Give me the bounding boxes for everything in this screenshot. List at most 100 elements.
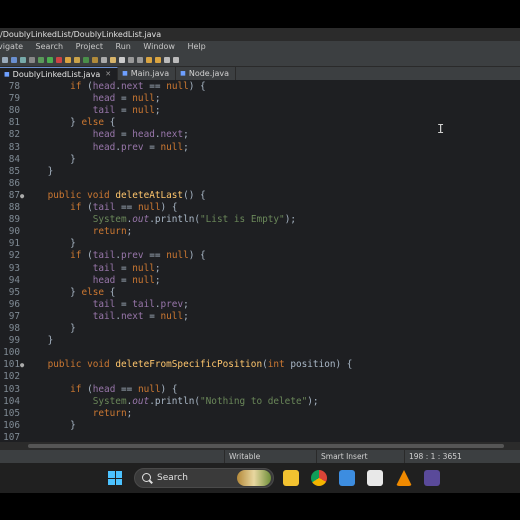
code-line[interactable]: 78 if (head.next == null) { [0,81,520,93]
menu-window[interactable]: Window [143,41,175,53]
code-line[interactable]: 91 } [0,238,520,250]
back-arrow-icon[interactable] [146,56,152,63]
close-icon[interactable]: ✕ [105,70,111,78]
fold-marker-icon[interactable]: ● [20,359,24,371]
print-icon[interactable] [29,56,35,63]
code-text: head.prev = null; [92,141,189,153]
tab-node[interactable]: ■ Node.java [176,67,237,80]
code-line[interactable]: 79 head = null; [0,93,520,105]
code-line[interactable]: 105 return; [0,408,520,420]
new-class-icon[interactable] [83,56,89,63]
line-number: 92 [8,250,20,262]
top-letterbox [0,0,520,28]
window-title: /DoublyLinkedList/DoublyLinkedList.java [0,30,162,39]
pin-icon[interactable] [173,56,179,63]
windows-start-icon[interactable] [108,471,122,485]
code-line[interactable]: 86 [0,178,520,190]
forward-arrow-icon[interactable] [155,56,161,63]
line-number: 85 [8,165,20,177]
line-number: 101 [3,359,20,371]
code-line[interactable]: 93 tail = null; [0,263,520,275]
code-text: head = null; [92,93,161,105]
status-writable: Writable [224,450,260,463]
line-number: 103 [3,383,20,395]
file-explorer-icon[interactable] [283,470,299,486]
code-line[interactable]: 83 head.prev = null; [0,142,520,154]
prev-annotation-icon[interactable] [137,56,143,63]
line-number: 90 [8,226,20,238]
menu-help[interactable]: Help [187,41,205,53]
save-all-icon[interactable] [20,56,26,63]
code-line[interactable]: 89 System.out.println("List is Empty"); [0,214,520,226]
code-line[interactable]: 98 } [0,323,520,335]
code-line[interactable]: 87 ● public void deleteAtLast() { [0,190,520,202]
code-line[interactable]: 102 [0,371,520,383]
code-line[interactable]: 100 [0,347,520,359]
new-package-icon[interactable] [74,56,80,63]
menu-navigate[interactable]: vigate [0,41,23,53]
code-text: head = null; [92,274,161,286]
run-icon[interactable] [47,56,53,63]
annotation-icon[interactable] [119,56,125,63]
eclipse-icon[interactable] [424,470,440,486]
code-text: tail.next = null; [92,310,189,322]
java-file-icon: ■ [122,70,128,77]
code-line[interactable]: 80 tail = null; [0,105,520,117]
code-line[interactable]: 94 head = null; [0,275,520,287]
taskbar-search[interactable]: Search [134,468,274,488]
line-number: 105 [3,407,20,419]
code-line[interactable]: 101 ● public void deleteFromSpecificPosit… [0,359,520,371]
tab-doublylinkedlist[interactable]: ■ DoublyLinkedList.java ✕ [0,67,119,80]
code-line[interactable]: 95 } else { [0,287,520,299]
notepad-icon[interactable] [339,470,355,486]
code-line[interactable]: 97 tail.next = null; [0,311,520,323]
code-line[interactable]: 106 } [0,420,520,432]
pen-icon[interactable] [110,56,116,63]
line-number: 84 [8,153,20,165]
menu-project[interactable]: Project [76,41,103,53]
code-text: if (tail == null) { [70,202,178,213]
tab-main[interactable]: ■ Main.java [118,67,177,80]
code-line[interactable]: 88 if (tail == null) { [0,202,520,214]
app-icon[interactable] [367,470,383,486]
scrollbar-thumb[interactable] [28,444,504,448]
code-line[interactable]: 90 return; [0,226,520,238]
next-annotation-icon[interactable] [128,56,134,63]
code-text: } [70,323,76,334]
line-number: 96 [8,298,20,310]
last-edit-icon[interactable] [164,56,170,63]
code-text: } [70,153,76,165]
menu-search[interactable]: Search [36,41,63,53]
search-icon[interactable] [101,56,107,63]
code-line[interactable]: 85 } [0,166,520,178]
line-number: 78 [8,81,20,92]
chrome-icon[interactable] [311,470,327,486]
code-line[interactable]: 103 if (head == null) { [0,384,520,396]
code-line[interactable]: 107 [0,432,520,442]
code-line[interactable]: 84 } [0,154,520,166]
code-line[interactable]: 104 System.out.println("Nothing to delet… [0,396,520,408]
line-number: 102 [3,371,20,383]
line-number: 94 [8,274,20,286]
horizontal-scrollbar[interactable] [0,442,520,450]
line-number: 98 [8,323,20,334]
new-java-project-icon[interactable] [65,56,71,63]
new-icon[interactable] [2,56,8,63]
debug-icon[interactable] [38,56,44,63]
code-line[interactable]: 99 } [0,335,520,347]
code-line[interactable]: 96 tail = tail.prev; [0,299,520,311]
tab-label: Node.java [188,69,230,78]
code-text: head = head.next; [92,129,189,141]
editor-tab-bar: ■ DoublyLinkedList.java ✕ ■ Main.java ■ … [0,67,520,80]
status-insert-mode: Smart Insert [316,450,368,463]
code-text: } [47,165,54,177]
line-number: 91 [8,238,20,250]
menu-run[interactable]: Run [116,41,131,53]
code-text: } [47,335,54,347]
code-text: tail = null; [92,105,161,117]
code-line[interactable]: 92 if (tail.prev == null) { [0,250,520,262]
save-icon[interactable] [11,56,17,63]
fold-marker-icon[interactable]: ● [20,190,24,202]
open-type-icon[interactable] [92,56,98,63]
external-tools-icon[interactable] [56,56,62,63]
